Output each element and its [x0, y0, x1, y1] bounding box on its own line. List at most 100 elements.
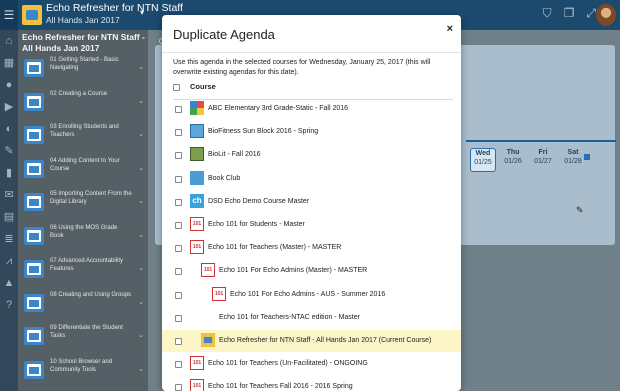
course-row[interactable]: Book Club [162, 168, 461, 190]
hamburger-menu-icon[interactable]: ☰ [0, 0, 18, 30]
course-name: Echo 101 for Students - Master [208, 221, 305, 228]
sidebar-unit[interactable]: 06 Using the MOS Grade Book ⌄ [22, 220, 148, 256]
chevron-down-icon[interactable]: ⌄ [138, 63, 144, 71]
sidebar-unit[interactable]: 02 Creating a Course ⌄ [22, 86, 148, 122]
help-icon[interactable]: ? [0, 294, 18, 316]
course-thumbnail [190, 124, 204, 139]
week-divider [466, 140, 616, 142]
chevron-down-icon[interactable]: ⌄ [138, 298, 144, 306]
course-table-header: Course [173, 81, 453, 95]
sidebar-unit[interactable]: 07 Advanced Accountability Features ⌄ [22, 253, 148, 289]
course-row[interactable]: ABC Elementary 3rd Grade-Static - Fall 2… [162, 98, 461, 120]
course-checkbox[interactable] [175, 129, 182, 137]
filter-icon[interactable]: ⛉ [543, 6, 552, 21]
course-row[interactable]: Echo Refresher for NTN Staff - All Hands… [162, 330, 461, 352]
course-thumbnail: 101 [201, 263, 215, 278]
course-checkbox[interactable] [175, 175, 182, 183]
course-row[interactable]: 101 Echo 101 for Teachers (Un-Facilitated… [162, 353, 461, 375]
chevron-down-icon[interactable]: ⌄ [138, 365, 144, 373]
course-thumbnail: ch [190, 193, 204, 208]
divider [162, 52, 461, 53]
sidebar-unit[interactable]: 03 Enrolling Students and Teachers ⌄ [22, 119, 148, 155]
course-name: Echo 101 for Teachers-NTAC edition - Mas… [219, 313, 360, 321]
course-thumbnail [190, 101, 204, 115]
day-date: 01/27 [534, 158, 552, 165]
pencil-icon[interactable]: ✎ [0, 140, 18, 162]
day-name: Fri [538, 149, 548, 156]
chevron-down-icon[interactable]: ⌄ [138, 130, 144, 138]
course-name: Echo 101 for Teachers Fall 2016 - 2016 S… [208, 383, 353, 391]
calendar-day[interactable]: Fri 01/27 [530, 148, 556, 166]
chevron-down-icon[interactable]: ⌄ [138, 331, 144, 339]
select-all-checkbox[interactable] [173, 84, 180, 91]
course-checkbox[interactable] [175, 338, 182, 345]
copy-icon[interactable]: ❐ [564, 6, 575, 21]
sidebar-unit[interactable]: 10 School Browser and Community Tools ⌄ [22, 354, 148, 390]
course-checkbox[interactable] [175, 314, 182, 322]
course-name: Echo 101 For Echo Admins - AUS - Summer … [230, 290, 386, 298]
chevron-down-icon[interactable]: ⌄ [138, 197, 144, 205]
course-name: BioLit - Fall 2016 [208, 151, 261, 159]
course-checkbox[interactable] [175, 291, 182, 299]
course-row[interactable]: 101 Echo 101 for Students - Master [162, 214, 461, 236]
chevron-down-icon[interactable]: ⌄ [138, 164, 144, 172]
folder-icon [24, 126, 44, 144]
calendar-icon[interactable]: ▦ [0, 52, 18, 74]
course-row[interactable]: 101 Echo 101 for Teachers Fall 2016 - 201… [162, 376, 461, 391]
course-name: DSD Echo Demo Course Master [208, 197, 310, 205]
sidebar-unit-label: 02 Creating a Course [50, 90, 108, 97]
course-checkbox[interactable] [175, 106, 182, 113]
chevron-down-icon[interactable]: ⌄ [138, 231, 144, 239]
course-checkbox[interactable] [175, 245, 182, 253]
calendar-day[interactable]: Wed 01/25 [470, 148, 496, 172]
warning-icon[interactable]: ▲ [0, 272, 18, 294]
sidebar-unit-label: 03 Enrolling Students and Teachers [50, 124, 119, 138]
course-checkbox[interactable] [175, 384, 182, 391]
course-checkbox[interactable] [175, 198, 182, 206]
dashboard-icon[interactable]: ◐ [0, 118, 18, 140]
chevron-down-icon[interactable]: ⌄ [138, 264, 144, 272]
course-thumbnail: 101 [190, 217, 204, 231]
documents-icon[interactable]: ▤ [0, 206, 18, 228]
play-icon[interactable]: ▶ [0, 96, 18, 118]
chart-icon[interactable]: ⩘ [0, 250, 18, 272]
sidebar-unit[interactable]: 08 Creating and Using Groups ⌄ [22, 287, 148, 323]
course-row[interactable]: 101 Echo 101 For Echo Admins - AUS - Summ… [162, 284, 461, 306]
modal-description: Use this agenda in the selected courses … [173, 59, 431, 76]
folder-icon [24, 92, 44, 111]
calendar-day[interactable]: Sat 01/28 [560, 148, 586, 166]
course-checkbox[interactable] [175, 222, 182, 229]
course-name: Echo 101 for Teachers (Master) - MASTER [208, 244, 342, 252]
edit-pencil-icon[interactable]: ✎ [576, 205, 584, 216]
chevron-down-icon[interactable]: ⌄ [138, 97, 144, 105]
folder-icon [24, 260, 44, 278]
course-row[interactable]: ch DSD Echo Demo Course Master [162, 191, 461, 213]
sidebar-unit-label: 07 Advanced Accountability Features [50, 258, 124, 272]
course-row[interactable]: 101 Echo 101 For Echo Admins (Master) - M… [162, 260, 461, 282]
calendar-square-icon[interactable] [584, 154, 590, 160]
course-subtitle[interactable]: All Hands Jan 2017 [46, 15, 120, 26]
course-checkbox[interactable] [175, 361, 182, 369]
avatar[interactable] [596, 4, 616, 26]
course-checkbox[interactable] [175, 268, 182, 276]
home-icon[interactable]: ⌂ [0, 30, 18, 52]
expand-icon[interactable]: ⤢ [586, 6, 596, 21]
close-icon[interactable]: × [447, 23, 453, 35]
list-icon[interactable]: ≣ [0, 228, 18, 250]
sidebar-unit[interactable]: 05 Importing Content From the Digital Li… [22, 186, 148, 222]
sidebar-unit[interactable]: 09 Differentiate the Student Tasks ⌄ [22, 320, 148, 356]
course-title[interactable]: Echo Refresher for NTN Staff [46, 2, 183, 15]
users-icon[interactable]: ● [0, 74, 18, 96]
mail-icon[interactable]: ✉ [0, 184, 18, 206]
sidebar-unit[interactable]: 04 Adding Content to Your Course ⌄ [22, 153, 148, 189]
sidebar-unit[interactable]: 01 Getting Started - Basic Navigating ⌄ [22, 52, 148, 88]
course-row[interactable]: BioFitness Sun Block 2016 - Spring [162, 121, 461, 143]
course-row[interactable]: 101 Echo 101 for Teachers (Master) - MAST… [162, 237, 461, 259]
course-thumbnail: 101 [190, 356, 204, 371]
course-row[interactable]: BioLit - Fall 2016 [162, 144, 461, 166]
calendar-day[interactable]: Thu 01/26 [500, 148, 526, 166]
bookmark-icon[interactable]: ▮ [0, 162, 18, 184]
course-row[interactable]: Echo 101 for Teachers-NTAC edition - Mas… [162, 307, 461, 329]
chevron-down-icon[interactable]: ▾ [140, 8, 144, 17]
course-checkbox[interactable] [175, 152, 182, 160]
